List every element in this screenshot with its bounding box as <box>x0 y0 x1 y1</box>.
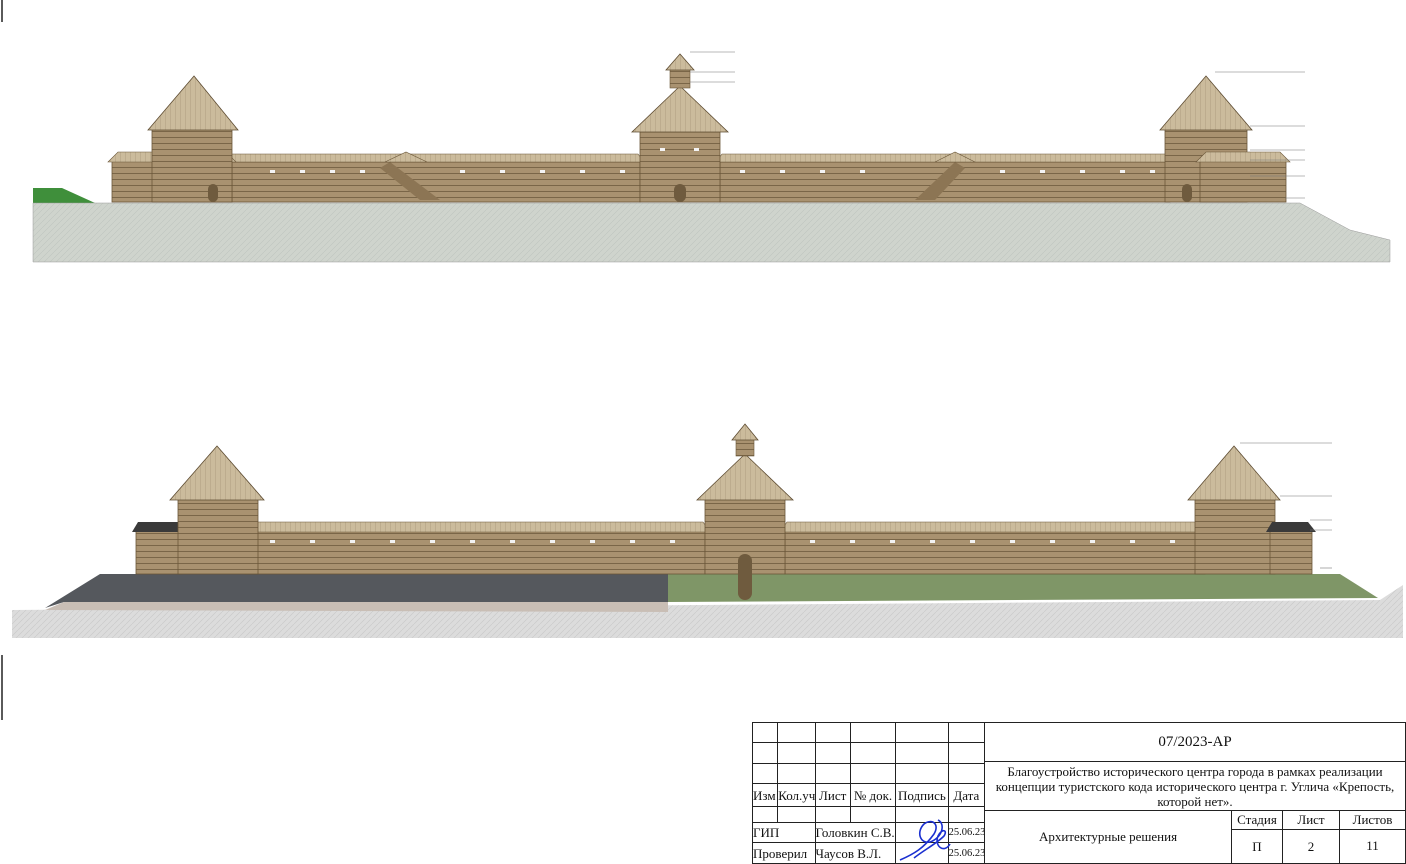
ground <box>32 202 1391 263</box>
grass <box>668 574 1378 602</box>
col-date: Дата <box>947 783 986 808</box>
col-izm: Изм <box>751 783 779 808</box>
col-signature: Подпись <box>895 783 949 808</box>
col-list: Лист <box>814 783 851 808</box>
elevation-drawing <box>1 0 1403 720</box>
col-kol-uch: Кол.уч <box>777 783 816 808</box>
sheets-label: Листов <box>1339 810 1406 830</box>
title-block: Изм Кол.уч Лист № док. Подпись Дата ГИП … <box>751 721 1406 864</box>
stamp-header-row: Изм Кол.уч Лист № док. Подпись Дата <box>751 783 986 808</box>
sheet-label: Лист <box>1282 810 1340 830</box>
date-gip: 25.06.23 <box>947 821 986 844</box>
elevation-top <box>32 51 1391 263</box>
signature-icon <box>899 819 951 861</box>
sheets-value: 11 <box>1339 829 1406 864</box>
role-checked: Проверил <box>752 842 816 864</box>
elevation-bottom <box>12 423 1403 638</box>
stage-label: Стадия <box>1231 810 1283 830</box>
project-title: Благоустройство исторического центра гор… <box>984 761 1406 811</box>
name-gip: Головкин С.В. <box>814 821 897 844</box>
document-code: 07/2023-АР <box>984 722 1406 762</box>
wall-left <box>229 161 641 203</box>
section-title: Архитектурные решения <box>984 810 1232 864</box>
sheet-value: 2 <box>1282 829 1340 864</box>
role-gip: ГИП <box>752 821 816 844</box>
stage-value: П <box>1231 829 1283 864</box>
col-doc-no: № док. <box>849 783 897 808</box>
name-checked: Чаусов В.Л. <box>814 842 897 864</box>
date-checked: 25.06.23 <box>947 842 986 864</box>
